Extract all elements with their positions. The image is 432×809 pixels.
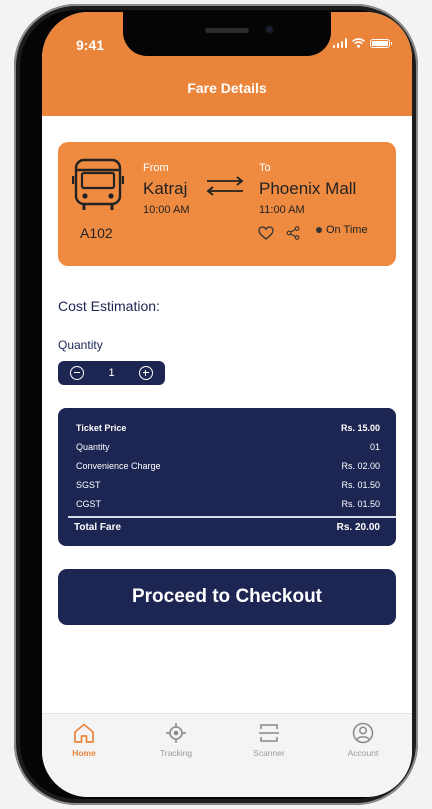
account-icon: [352, 722, 374, 744]
app-screen: 9:41 Fare Details A102 From Katraj 10:00…: [42, 12, 412, 797]
fare-row-label: Quantity: [76, 442, 110, 452]
tab-scanner[interactable]: Scanner: [234, 722, 304, 758]
share-icon[interactable]: [286, 226, 300, 240]
from-label: From: [143, 162, 169, 174]
increment-icon[interactable]: [139, 366, 153, 380]
home-icon: [74, 723, 94, 743]
proceed-to-checkout-button[interactable]: Proceed to Checkout: [58, 569, 396, 625]
app-header: 9:41 Fare Details: [42, 12, 412, 116]
fare-row-label: Ticket Price: [76, 423, 127, 433]
scanner-icon: [259, 724, 279, 742]
fare-row-label: CGST: [76, 499, 102, 509]
to-label: To: [259, 162, 271, 174]
quantity-value: 1: [108, 367, 115, 379]
fare-row-value: Rs. 01.50: [341, 499, 380, 509]
tab-account-label: Account: [347, 748, 379, 758]
fare-row-value: Rs. 15.00: [340, 423, 380, 433]
heart-icon[interactable]: [258, 226, 274, 240]
fare-row: SGST Rs. 01.50: [76, 480, 380, 490]
fare-row: CGST Rs. 01.50: [76, 499, 380, 509]
camera: [265, 25, 274, 34]
status-dot-icon: [316, 227, 322, 233]
tab-tracking-label: Tracking: [159, 748, 193, 758]
status-icons: [332, 38, 392, 48]
total-fare-row: Total Fare Rs. 20.00: [74, 522, 380, 533]
route-id: A102: [80, 225, 113, 241]
fare-row-label: Convenience Charge: [76, 461, 161, 471]
fare-row: Quantity 01: [76, 442, 380, 452]
tab-home[interactable]: Home: [49, 722, 119, 758]
tab-home-label: Home: [72, 748, 96, 758]
speaker: [205, 28, 249, 33]
battery-icon: [370, 38, 392, 48]
tab-scanner-label: Scanner: [253, 748, 285, 758]
to-stop: Phoenix Mall: [259, 179, 357, 198]
notch: [123, 12, 331, 56]
status-time: 9:41: [76, 37, 105, 53]
fare-row-value: Rs. 01.50: [341, 480, 380, 490]
page-title: Fare Details: [187, 80, 267, 96]
fare-row-value: 01: [369, 442, 380, 452]
cost-estimation-title: Cost Estimation:: [58, 298, 160, 314]
swap-arrows-icon[interactable]: [205, 175, 245, 197]
fare-row-value: Rs. 02.00: [341, 461, 380, 471]
trip-card: A102 From Katraj 10:00 AM To Phoenix Mal…: [58, 142, 396, 266]
signal-icon: [332, 38, 347, 48]
fare-breakdown: Ticket Price Rs. 15.00 Quantity 01 Conve…: [58, 408, 396, 546]
to-time: 11:00 AM: [259, 204, 305, 216]
from-time: 10:00 AM: [143, 204, 190, 216]
quantity-label: Quantity: [58, 338, 103, 352]
bottom-tab-bar: Home Tracking Scanner Account: [42, 713, 412, 797]
tab-tracking[interactable]: Tracking: [141, 722, 211, 758]
bus-icon: [72, 158, 124, 210]
total-fare-label: Total Fare: [74, 522, 122, 533]
tracking-icon: [166, 723, 186, 743]
tab-account[interactable]: Account: [328, 722, 398, 758]
decrement-icon[interactable]: [70, 366, 84, 380]
fare-divider: [68, 516, 396, 518]
on-time-status: On Time: [316, 224, 368, 236]
fare-row-label: SGST: [76, 480, 101, 490]
total-fare-value: Rs. 20.00: [336, 522, 380, 533]
fare-row: Ticket Price Rs. 15.00: [76, 423, 380, 433]
from-stop: Katraj: [143, 179, 188, 198]
quantity-stepper[interactable]: 1: [58, 361, 165, 385]
on-time-label: On Time: [326, 224, 368, 236]
fare-row: Convenience Charge Rs. 02.00: [76, 461, 380, 471]
wifi-icon: [352, 38, 365, 48]
